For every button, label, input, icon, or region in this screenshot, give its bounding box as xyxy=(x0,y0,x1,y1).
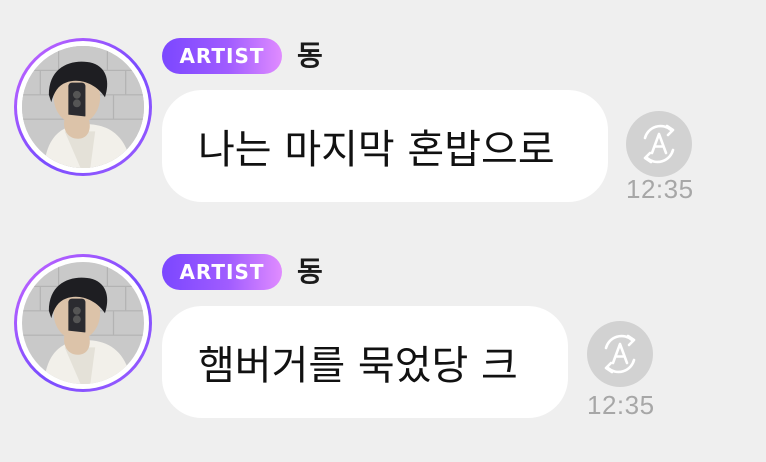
message-time: 12:35 xyxy=(626,174,694,204)
sender-name: 동 xyxy=(297,255,323,288)
sender-name: 동 xyxy=(297,39,323,72)
message-bubble[interactable]: 햄버거를 묵었당 크 xyxy=(162,306,568,418)
avatar[interactable] xyxy=(14,38,152,176)
artist-badge: ARTIST xyxy=(162,254,282,290)
avatar-border xyxy=(17,257,149,389)
message-bubble[interactable]: 나는 마지막 혼밥으로 xyxy=(162,90,608,202)
avatar-photo xyxy=(22,262,144,384)
avatar-border xyxy=(17,41,149,173)
artist-badge: ARTIST xyxy=(162,38,282,74)
translate-button[interactable] xyxy=(626,111,692,177)
avatar-photo xyxy=(22,46,144,168)
translate-icon xyxy=(643,124,675,164)
chat-message: ARTIST 동 햄버거를 묵었당 크 12:35 xyxy=(0,254,766,454)
translate-button[interactable] xyxy=(587,321,653,387)
chat-message: ARTIST 동 나는 마지막 혼밥으로 12:35 xyxy=(0,38,766,238)
avatar[interactable] xyxy=(14,254,152,392)
message-time: 12:35 xyxy=(587,390,655,420)
translate-icon xyxy=(604,334,636,374)
